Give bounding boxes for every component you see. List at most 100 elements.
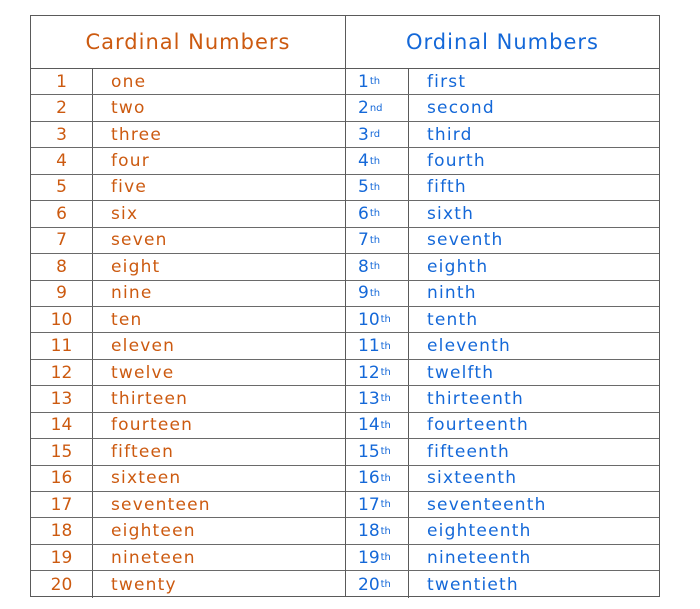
cardinal-word: eight bbox=[111, 256, 161, 277]
cardinal-row: 5 five bbox=[31, 174, 345, 202]
ordinal-word: ninth bbox=[427, 283, 477, 304]
ordinal-digits: 16 bbox=[358, 468, 380, 489]
ordinal-suffix: rd bbox=[369, 129, 381, 141]
ordinal-word: eighth bbox=[427, 256, 489, 277]
cardinal-word: three bbox=[111, 124, 162, 145]
ordinal-number: 14th bbox=[346, 412, 409, 439]
cardinal-row: 11 eleven bbox=[31, 333, 345, 360]
ordinal-digits: 15 bbox=[358, 441, 380, 462]
ordinal-word: seventeenth bbox=[427, 494, 547, 515]
ordinal-suffix: nd bbox=[369, 102, 383, 114]
ordinal-row: 17th seventeenth bbox=[346, 492, 659, 519]
cardinal-number: 19 bbox=[31, 544, 93, 571]
ordinal-suffix: th bbox=[380, 314, 391, 326]
ordinal-suffix: th bbox=[380, 552, 391, 564]
ordinal-row: 19th nineteenth bbox=[346, 544, 659, 572]
cardinal-word: eighteen bbox=[111, 521, 196, 542]
cardinal-row: 12 twelve bbox=[31, 359, 345, 387]
ordinal-digits: 4 bbox=[358, 151, 369, 172]
cardinal-row: 4 four bbox=[31, 148, 345, 175]
cardinal-word: nine bbox=[111, 283, 153, 304]
ordinal-word: thirteenth bbox=[427, 388, 524, 409]
cardinal-row: 3 three bbox=[31, 121, 345, 149]
ordinal-row: 12th twelfth bbox=[346, 359, 659, 387]
cardinal-row: 13 thirteen bbox=[31, 386, 345, 413]
cardinal-word: one bbox=[111, 71, 147, 92]
cardinal-word: sixteen bbox=[111, 468, 182, 489]
cardinal-word: thirteen bbox=[111, 388, 189, 409]
ordinal-row: 5th fifth bbox=[346, 174, 659, 202]
cardinal-number: 6 bbox=[31, 201, 93, 227]
ordinal-row: 8th eighth bbox=[346, 254, 659, 281]
ordinal-row: 4th fourth bbox=[346, 148, 659, 175]
ordinal-row: 1th first bbox=[346, 69, 659, 96]
ordinal-word: first bbox=[427, 71, 467, 92]
ordinal-suffix: th bbox=[380, 446, 391, 458]
ordinal-row: 6th sixth bbox=[346, 201, 659, 228]
ordinal-row: 14th fourteenth bbox=[346, 412, 659, 440]
ordinal-column: Ordinal Numbers 1th first 2nd second 3rd thir… bbox=[346, 16, 659, 598]
ordinal-number: 10th bbox=[346, 306, 409, 333]
cardinal-row: 16 sixteen bbox=[31, 465, 345, 492]
ordinal-number: 4th bbox=[346, 148, 409, 174]
ordinal-digits: 5 bbox=[358, 177, 369, 198]
cardinal-number: 3 bbox=[31, 121, 93, 148]
cardinal-row: 20 twenty bbox=[31, 571, 345, 598]
ordinal-number: 12th bbox=[346, 359, 409, 386]
cardinal-row: 15 fifteen bbox=[31, 439, 345, 466]
ordinal-row: 10th tenth bbox=[346, 306, 659, 334]
cardinal-header: Cardinal Numbers bbox=[31, 16, 345, 69]
ordinal-row: 9th ninth bbox=[346, 280, 659, 307]
cardinal-word: four bbox=[111, 151, 150, 172]
ordinal-digits: 20 bbox=[358, 574, 380, 595]
cardinal-row: 9 nine bbox=[31, 280, 345, 307]
ordinal-word: second bbox=[427, 98, 495, 119]
cardinal-column: Cardinal Numbers 1 one 2 two 3 three 4 four 5 fiv… bbox=[31, 16, 346, 598]
ordinal-suffix: th bbox=[380, 419, 391, 431]
ordinal-word: twentieth bbox=[427, 574, 519, 595]
ordinal-number: 18th bbox=[346, 518, 409, 544]
ordinal-number: 15th bbox=[346, 439, 409, 465]
ordinal-digits: 13 bbox=[358, 388, 380, 409]
cardinal-word: ten bbox=[111, 309, 143, 330]
ordinal-suffix: th bbox=[369, 76, 381, 88]
cardinal-word: fifteen bbox=[111, 441, 175, 462]
cardinal-word: six bbox=[111, 203, 139, 224]
cardinal-number: 20 bbox=[31, 571, 93, 598]
cardinal-row: 7 seven bbox=[31, 227, 345, 255]
ordinal-suffix: th bbox=[369, 181, 381, 193]
ordinal-suffix: th bbox=[380, 340, 391, 352]
ordinal-digits: 8 bbox=[358, 256, 369, 277]
cardinal-word: eleven bbox=[111, 336, 176, 357]
ordinal-number: 5th bbox=[346, 174, 409, 201]
ordinal-word: nineteenth bbox=[427, 547, 532, 568]
ordinal-suffix: th bbox=[369, 208, 381, 220]
ordinal-number: 7th bbox=[346, 227, 409, 254]
cardinal-number: 12 bbox=[31, 359, 93, 386]
ordinal-word: fifteenth bbox=[427, 441, 510, 462]
numbers-table: Cardinal Numbers 1 one 2 two 3 three 4 four 5 fiv… bbox=[30, 15, 660, 598]
cardinal-number: 15 bbox=[31, 439, 93, 465]
ordinal-number: 9th bbox=[346, 280, 409, 306]
ordinal-word: sixteenth bbox=[427, 468, 518, 489]
cardinal-number: 9 bbox=[31, 280, 93, 306]
cardinal-number: 2 bbox=[31, 95, 93, 121]
ordinal-suffix: th bbox=[369, 234, 381, 246]
cardinal-number: 14 bbox=[31, 412, 93, 439]
ordinal-word: eighteenth bbox=[427, 521, 532, 542]
ordinal-number: 2nd bbox=[346, 95, 409, 121]
ordinal-number: 1th bbox=[346, 69, 409, 95]
ordinal-suffix: th bbox=[380, 367, 391, 379]
ordinal-row: 11th eleventh bbox=[346, 333, 659, 360]
ordinal-word: fourth bbox=[427, 151, 486, 172]
cardinal-number: 16 bbox=[31, 465, 93, 491]
ordinal-row: 13th thirteenth bbox=[346, 386, 659, 413]
ordinal-suffix: th bbox=[369, 155, 381, 167]
cardinal-number: 7 bbox=[31, 227, 93, 254]
ordinal-digits: 2 bbox=[358, 98, 369, 119]
ordinal-number: 13th bbox=[346, 386, 409, 412]
ordinal-number: 8th bbox=[346, 254, 409, 280]
ordinal-word: twelfth bbox=[427, 362, 495, 383]
cardinal-number: 1 bbox=[31, 69, 93, 95]
cardinal-row: 19 nineteen bbox=[31, 544, 345, 572]
